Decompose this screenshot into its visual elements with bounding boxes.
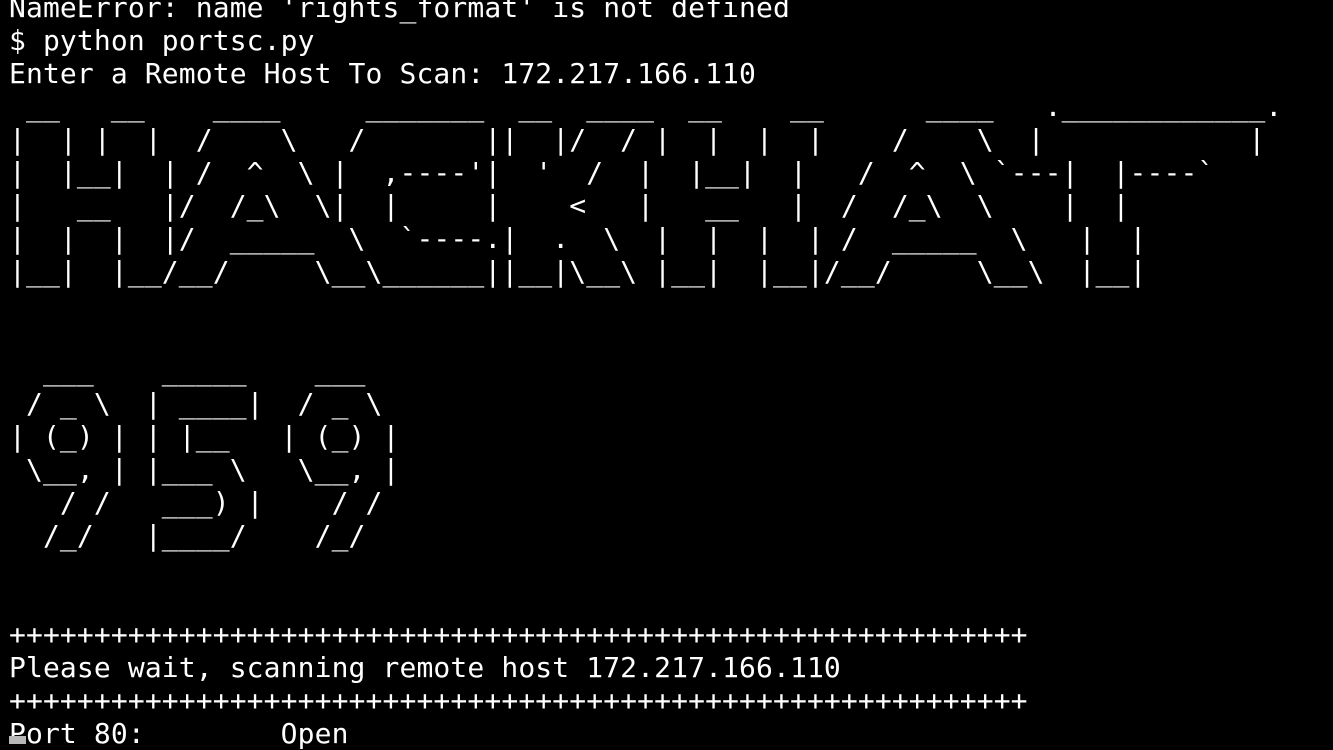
scan-status-message: Please wait, scanning remote host 172.21… (9, 651, 841, 684)
banner-title-row: |__| |__/__/ \__\______||__|\__\ |__| |_… (9, 255, 1147, 288)
banner-title-row: | |__| | / ^ \ | ,----'| ' / | |__| | / … (9, 156, 1215, 189)
terminal-window[interactable]: NameError: name 'rights_format' is not d… (9, 0, 1333, 750)
banner-number-row: | (_) | | |__ | (_) | (9, 420, 400, 453)
banner-title-row: | | | |/ _____ \ `----.| . \ | | | | / _… (9, 222, 1147, 255)
banner-number-row: / _ \ | ____| / _ \ (9, 387, 383, 420)
banner-number-row: \__, | |___ \ \__, | (9, 453, 400, 486)
banner-number-art: ___ _____ ___ / _ \ | ____| / _ \ | (_) … (9, 354, 1333, 552)
banner-title-art: __ __ ____ _______ __ ____ __ __ ____ ._… (9, 90, 1333, 288)
banner-number-row: ___ _____ ___ (9, 354, 366, 387)
banner-title-row: | | | | / \ / || |/ / | | | | / \ | | (9, 123, 1266, 156)
banner-title-row: | __ |/ /_\ \| | | < | __ | / /_\ \ | | (9, 189, 1130, 222)
host-input-line: Enter a Remote Host To Scan: 172.217.166… (9, 57, 757, 90)
separator-line: ++++++++++++++++++++++++++++++++++++++++… (9, 684, 1028, 717)
terminal-cursor (9, 736, 26, 744)
command-prompt-line: $ python portsc.py (9, 24, 315, 57)
banner-title-row: __ __ ____ _______ __ ____ __ __ ____ ._… (9, 90, 1283, 123)
error-output-line: NameError: name 'rights_format' is not d… (9, 0, 790, 24)
port-result-line: Port 80: Open (9, 717, 349, 750)
separator-line: ++++++++++++++++++++++++++++++++++++++++… (9, 618, 1028, 651)
banner-number-row: / / ___) | / / (9, 486, 383, 519)
banner-number-row: /_/ |____/ /_/ (9, 519, 366, 552)
